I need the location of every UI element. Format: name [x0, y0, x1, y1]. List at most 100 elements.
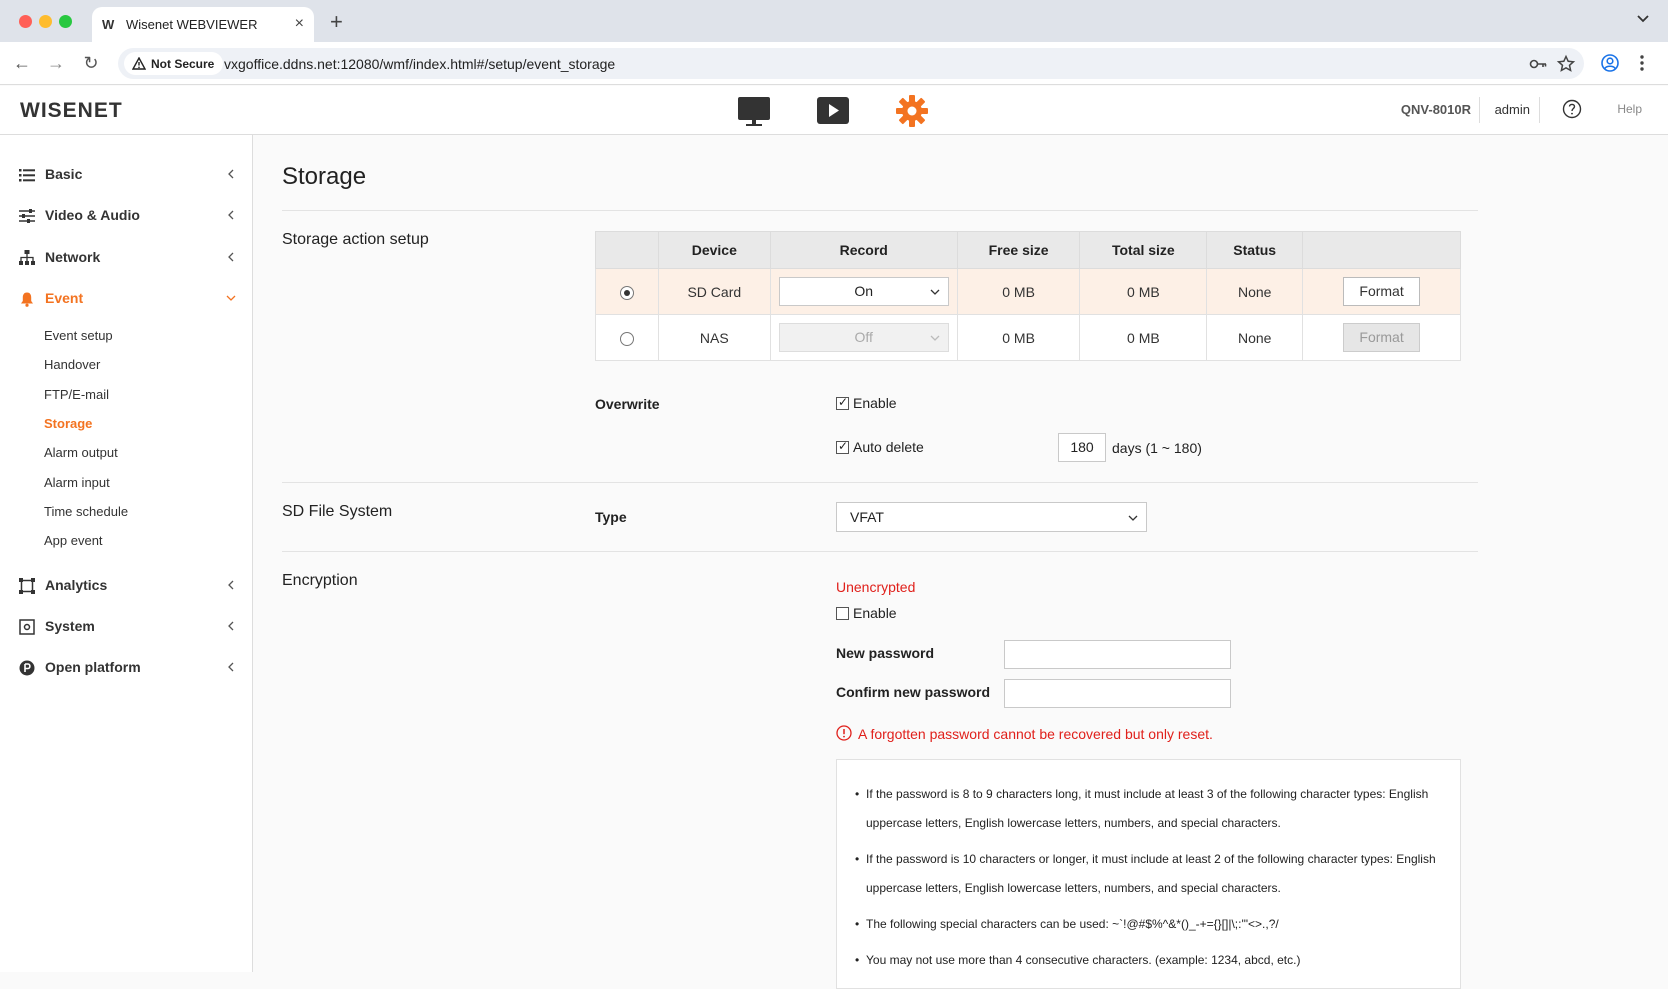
help-link[interactable]: Help [1617, 102, 1642, 116]
auto-delete-days-range: days (1 ~ 180) [1112, 440, 1202, 456]
back-arrow-icon[interactable]: ← [11, 52, 33, 74]
live-monitor-icon[interactable] [737, 94, 771, 128]
auto-delete-checkbox[interactable] [836, 439, 849, 454]
help-icon[interactable] [1562, 99, 1582, 119]
file-system-type-select[interactable]: VFAT [836, 502, 1147, 532]
window-close-button[interactable] [19, 15, 32, 28]
section-title-encryption: Encryption [282, 572, 358, 589]
chevron-down-icon [226, 295, 236, 301]
sidebar-item-network[interactable]: Network [0, 243, 253, 273]
browser-menu-icon[interactable] [1632, 53, 1652, 73]
sidebar-subitem-storage[interactable]: Storage [44, 416, 92, 431]
playback-icon[interactable] [816, 94, 850, 128]
forward-arrow-icon[interactable]: → [45, 52, 67, 74]
sidebar-subitem-event-setup[interactable]: Event setup [44, 328, 113, 343]
profile-icon[interactable] [1600, 53, 1620, 73]
main-content: Storage Storage action setup Device Reco… [254, 135, 1668, 989]
column-header-free-size: Free size [956, 231, 1081, 269]
password-rules-box: • If the password is 8 to 9 characters l… [836, 759, 1461, 989]
platform-icon [19, 660, 35, 676]
sidebar-item-video-audio[interactable]: Video & Audio [0, 201, 253, 231]
device-radio-sd-card[interactable] [619, 285, 634, 300]
url-text[interactable]: vxgoffice.ddns.net:12080/wmf/index.html#… [224, 56, 615, 72]
address-bar[interactable]: Not Secure vxgoffice.ddns.net:12080/wmf/… [118, 48, 1584, 79]
overwrite-enable-label[interactable]: Enable [853, 395, 897, 411]
format-button-sd-card[interactable]: Format [1343, 277, 1421, 306]
free-size: 0 MB [956, 314, 1081, 361]
password-key-icon[interactable] [1528, 54, 1548, 74]
section-title-storage-action: Storage action setup [282, 231, 429, 248]
encryption-enable-label[interactable]: Enable [853, 605, 897, 621]
sidebar-subitem-time-schedule[interactable]: Time schedule [44, 504, 128, 519]
setup-gear-icon[interactable] [895, 94, 929, 128]
table-cell: Off [769, 314, 958, 361]
table-cell: On [769, 268, 958, 315]
encryption-status: Unencrypted [836, 579, 916, 595]
window-minimize-button[interactable] [39, 15, 52, 28]
total-size: 0 MB [1079, 268, 1208, 315]
column-header-record: Record [769, 231, 958, 269]
chevron-left-icon [228, 210, 234, 220]
overwrite-enable-checkbox[interactable] [836, 395, 849, 410]
sidebar-item-event[interactable]: Event [0, 284, 253, 314]
device-radio-nas[interactable] [619, 331, 634, 346]
info-circle-icon [836, 725, 852, 741]
sidebar-item-basic[interactable]: Basic [0, 160, 253, 190]
auto-delete-label[interactable]: Auto delete [853, 439, 924, 455]
record-select-nas[interactable]: Off [778, 323, 949, 352]
format-button-nas[interactable]: Format [1343, 323, 1421, 352]
sidebar-subitem-handover[interactable]: Handover [44, 357, 100, 372]
encryption-enable-checkbox[interactable] [836, 607, 849, 620]
auto-delete-days-input[interactable]: 180 [1058, 433, 1106, 462]
sliders-icon [19, 209, 35, 223]
browser-tab[interactable]: W Wisenet WEBVIEWER × [92, 7, 314, 42]
chevron-down-icon [1128, 515, 1138, 521]
sidebar-item-open-platform[interactable]: Open platform [0, 653, 253, 683]
tab-close-icon[interactable]: × [295, 15, 304, 33]
window-zoom-button[interactable] [59, 15, 72, 28]
column-header-total-size: Total size [1079, 231, 1208, 269]
chevron-left-icon [228, 580, 234, 590]
security-chip[interactable]: Not Secure [124, 52, 224, 75]
tab-list-chevron-icon[interactable] [1636, 12, 1650, 26]
table-row[interactable]: SD Card On 0 MB 0 MB None Format [595, 268, 1461, 315]
free-size: 0 MB [956, 268, 1081, 315]
overwrite-label: Overwrite [595, 396, 660, 412]
sidebar-item-label: Video & Audio [45, 207, 140, 223]
table-row[interactable]: NAS Off 0 MB 0 MB None Format [595, 314, 1461, 361]
confirm-password-input[interactable] [1004, 679, 1231, 708]
divider [282, 551, 1478, 552]
sidebar-item-analytics[interactable]: Analytics [0, 571, 253, 601]
sidebar-subitem-app-event[interactable]: App event [44, 533, 103, 548]
list-item: • You may not use more than 4 consecutiv… [855, 946, 1445, 975]
system-icon [19, 619, 35, 635]
table-header-row: Device Record Free size Total size Statu… [595, 231, 1461, 269]
sidebar-item-system[interactable]: System [0, 612, 253, 642]
sidebar-subitem-alarm-input[interactable]: Alarm input [44, 475, 110, 490]
list-item: • If the password is 10 characters or lo… [855, 845, 1445, 903]
new-tab-icon[interactable]: + [330, 9, 343, 35]
password-warning: A forgotten password cannot be recovered… [858, 726, 1213, 742]
reload-icon[interactable]: ↻ [80, 52, 102, 74]
type-label: Type [595, 509, 627, 525]
column-header-action [1302, 231, 1461, 269]
frame-icon [19, 578, 35, 594]
bullet-icon: • [855, 953, 860, 967]
bookmark-star-icon[interactable] [1556, 54, 1576, 74]
sidebar-subitem-alarm-output[interactable]: Alarm output [44, 445, 118, 460]
table-cell: Format [1302, 314, 1461, 361]
status: None [1206, 314, 1304, 361]
sidebar-subitem-ftp-email[interactable]: FTP/E-mail [44, 387, 109, 402]
password-rule-text: You may not use more than 4 consecutive … [866, 953, 1301, 967]
record-select-sd-card[interactable]: On [778, 277, 949, 306]
user-name[interactable]: admin [1495, 102, 1530, 117]
new-password-input[interactable] [1004, 640, 1231, 669]
setup-sidebar: Basic Video & Audio Network Event Event … [0, 135, 253, 972]
column-header-status: Status [1206, 231, 1304, 269]
sidebar-item-label: Basic [45, 166, 83, 182]
bullet-icon: • [855, 852, 860, 866]
chevron-left-icon [228, 169, 234, 179]
password-rule-text: The following special characters can be … [866, 917, 1279, 931]
total-size: 0 MB [1079, 314, 1208, 361]
chevron-down-icon [930, 289, 940, 295]
